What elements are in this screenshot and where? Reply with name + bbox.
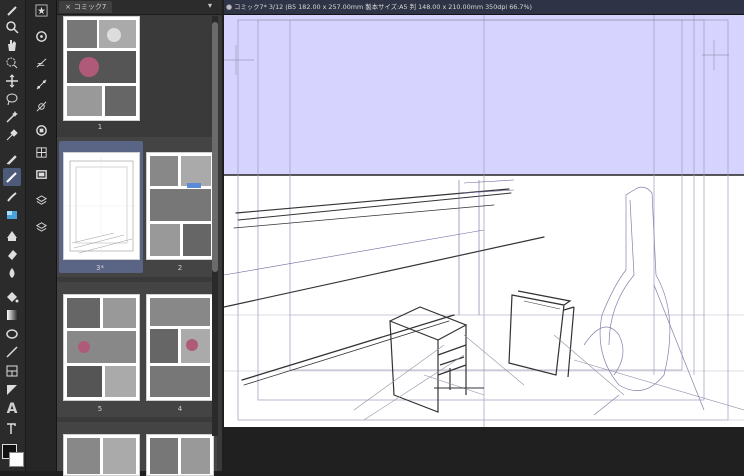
canvas-tab-title[interactable]: コミック7* 3/12 (B5 182.00 x 257.00mm 製本サイズ:…	[234, 0, 532, 14]
page-label-2: 2	[177, 264, 183, 272]
search-icon[interactable]	[3, 18, 21, 36]
background-color-swatch[interactable]	[9, 452, 24, 467]
sub-tool-bar	[26, 0, 57, 471]
fill-icon[interactable]	[3, 288, 21, 306]
eraser-icon[interactable]	[3, 245, 21, 263]
close-icon[interactable]: ×	[65, 3, 71, 11]
page-thumbnail-3[interactable]	[63, 152, 140, 260]
rotate-icon[interactable]	[33, 28, 49, 44]
lasso-icon[interactable]	[3, 90, 21, 108]
airbrush-icon[interactable]	[3, 206, 21, 224]
page-manager-scroll-thumb[interactable]	[212, 22, 218, 272]
layer-icon[interactable]	[33, 166, 49, 182]
drawing-canvas[interactable]	[224, 15, 744, 427]
magic-wand-icon[interactable]	[3, 108, 21, 126]
ruler-curve-icon[interactable]	[33, 98, 49, 114]
pen-icon[interactable]	[3, 150, 21, 168]
gradient-icon[interactable]	[3, 306, 21, 324]
page-label-4: 4	[177, 405, 183, 413]
balloon-icon[interactable]	[3, 343, 21, 361]
stack-icon[interactable]	[33, 192, 49, 208]
eyedropper-icon[interactable]	[3, 126, 21, 144]
page-thumbnail-2[interactable]	[146, 152, 214, 260]
page-manager-tabbar: × コミック7 ▾	[57, 0, 222, 15]
page-label-3: 3*	[96, 264, 104, 272]
figure-icon[interactable]	[3, 325, 21, 343]
page-thumbnail-6[interactable]	[146, 434, 214, 476]
frame-border-icon[interactable]	[3, 362, 21, 380]
move-icon[interactable]	[3, 72, 21, 90]
page-thumbnail-7[interactable]	[63, 434, 140, 476]
filter-icon[interactable]	[33, 54, 49, 70]
grid-icon[interactable]	[33, 144, 49, 160]
text-icon[interactable]: A	[3, 400, 21, 418]
brush-icon[interactable]	[3, 188, 21, 206]
curve-icon[interactable]	[33, 76, 49, 92]
page-manager-tab-label: コミック7	[73, 3, 107, 11]
lasso-select-icon[interactable]	[3, 54, 21, 72]
chevron-down-icon[interactable]: ▾	[208, 1, 212, 10]
layers-icon[interactable]	[33, 218, 49, 234]
tool-bar: A	[0, 0, 26, 471]
canvas-status-area	[224, 427, 744, 471]
ruler-icon[interactable]	[3, 381, 21, 399]
close-icon[interactable]: ●	[226, 0, 232, 14]
pencil-icon[interactable]	[3, 168, 21, 186]
blend-icon[interactable]	[3, 264, 21, 282]
decoration-icon[interactable]	[3, 226, 21, 244]
page-thumbnail-1[interactable]	[63, 16, 140, 121]
page-label-1: 1	[97, 123, 103, 131]
page-manager-panel: × コミック7 ▾ 1 3* 2 5 4	[57, 0, 222, 476]
page-label-5: 5	[97, 405, 103, 413]
hand-icon[interactable]	[3, 36, 21, 54]
frame-icon[interactable]	[33, 122, 49, 138]
star-icon[interactable]	[33, 2, 49, 18]
page-thumbnail-4[interactable]	[146, 294, 214, 401]
correct-line-icon[interactable]	[3, 420, 21, 438]
page-manager-tab[interactable]: × コミック7	[59, 1, 113, 13]
page-thumbnail-5[interactable]	[63, 294, 140, 401]
canvas-tabbar: ● コミック7* 3/12 (B5 182.00 x 257.00mm 製本サイ…	[224, 0, 744, 15]
